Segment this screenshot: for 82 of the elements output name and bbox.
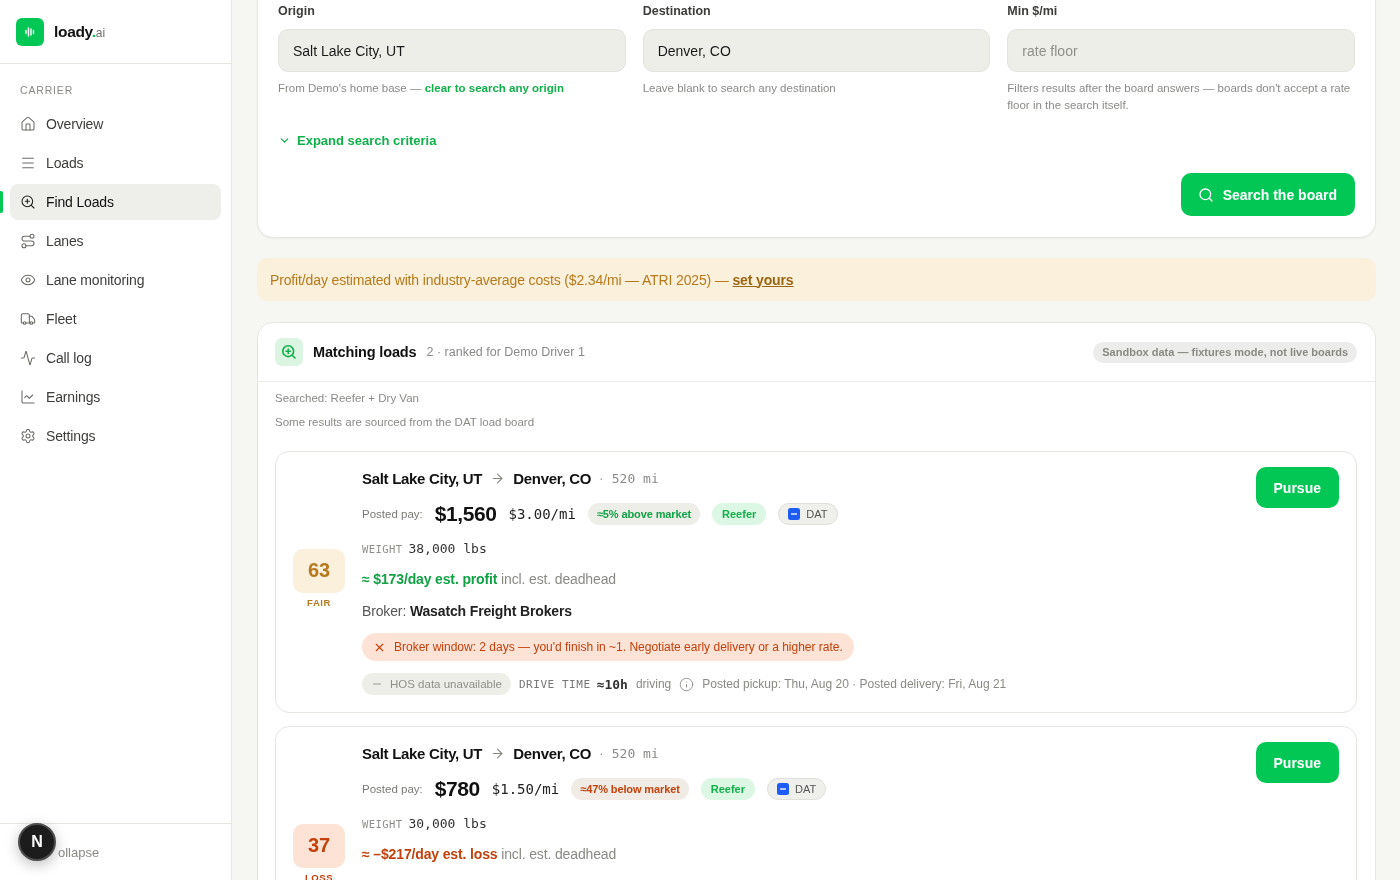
score-rating: LOSS — [304, 872, 334, 880]
logo-icon — [16, 17, 44, 46]
drive-time-unit: driving — [635, 677, 672, 691]
score-badge: 37 — [293, 823, 345, 868]
search-note: Some results are sourced from the DAT load board — [275, 415, 536, 430]
zoom-in-icon — [20, 194, 36, 210]
search-note: Searched: Reefer + Dry Van — [275, 391, 420, 406]
pulse-icon — [20, 350, 36, 366]
field-label: Destination — [642, 3, 712, 19]
results-subtitle: 2 · ranked for Demo Driver 1 — [426, 345, 585, 359]
home-icon — [20, 116, 36, 132]
hos-status-text: HOS data unavailable — [390, 678, 502, 690]
field-label: Origin — [278, 3, 316, 19]
input-field[interactable]: rate floor — [1007, 29, 1355, 72]
warning-text: Broker window: 2 days — you'd finish in ~1. Negotiate early delivery or a higher rate. — [394, 640, 843, 654]
score-rating: FAIR — [307, 597, 331, 608]
active-indicator — [0, 191, 3, 213]
destination-city: Denver, CO — [513, 469, 592, 487]
sidebar-item[interactable]: Loads — [10, 145, 221, 181]
sidebar-item[interactable]: Fleet — [10, 301, 221, 337]
info-icon[interactable] — [679, 676, 695, 692]
profit-estimate: ≈ –$217/day est. loss incl. est. deadhead — [362, 845, 618, 864]
menu-icon — [20, 155, 36, 171]
sidebar-item[interactable]: Lanes — [10, 223, 221, 259]
settings-icon — [20, 428, 36, 444]
field-help: Leave blank to search any destination — [642, 81, 837, 96]
route-icon — [20, 233, 36, 249]
sidebar-item[interactable]: Earnings — [10, 379, 221, 415]
equipment-tag: Reefer — [712, 503, 767, 525]
market-delta-badge: ≈47% below market — [571, 778, 689, 800]
rate-per-mile: $1.50/mi — [491, 781, 560, 797]
brand-name: loady.ai — [54, 22, 106, 41]
search-icon — [1197, 186, 1214, 203]
distance: 520 mi — [611, 470, 659, 486]
profit-estimate: ≈ $173/day est. profit incl. est. deadhead — [362, 570, 617, 589]
sidebar-item[interactable]: Lane monitoring — [10, 262, 221, 298]
zoom-in-icon — [275, 338, 303, 366]
truck-icon — [20, 311, 36, 327]
pay-label: Posted pay: — [362, 783, 423, 795]
results-title: Matching loads — [313, 344, 417, 360]
field-label: Min $/mi — [1007, 3, 1059, 19]
field-help: Filters results after the board answers — boards don't accept a rate floor in the search itself. — [1007, 81, 1352, 113]
market-delta-badge: ≈5% above market — [587, 503, 701, 525]
score-badge: 63 — [293, 548, 345, 593]
field-help: From Demo's home base — clear to search any origin — [278, 81, 565, 96]
distance: 520 mi — [611, 745, 659, 761]
pay-amount: $780 — [434, 777, 480, 801]
arrow-icon — [490, 745, 506, 761]
set-costs-link[interactable]: set yours — [732, 271, 794, 288]
sidebar-item[interactable]: Overview — [10, 106, 221, 142]
weight-value: 30,000 lbs — [408, 816, 487, 831]
drive-time-label: DRIVE TIME — [518, 677, 591, 691]
origin-city: Salt Lake City, UT — [362, 469, 483, 487]
equipment-tag: Reefer — [700, 778, 755, 800]
arrow-icon — [490, 470, 506, 486]
sidebar-item[interactable]: Call log — [10, 340, 221, 376]
broker-line: Broker: Wasatch Freight Brokers — [362, 602, 573, 621]
origin-city: Salt Lake City, UT — [362, 744, 483, 762]
separator: · — [599, 470, 604, 486]
weight-label: WEIGHT — [362, 818, 403, 830]
posted-dates: Posted pickup: Thu, Aug 20 · Posted delivery: Fri, Aug 21 — [702, 677, 1007, 691]
collapse-button[interactable]: ollapse — [58, 844, 100, 860]
input-field[interactable]: Denver, CO — [642, 29, 991, 72]
sidebar-item[interactable]: Settings — [10, 418, 221, 454]
source-logo-icon — [777, 783, 789, 795]
rate-per-mile: $3.00/mi — [508, 506, 576, 522]
input-field[interactable]: Salt Lake City, UT — [278, 29, 626, 72]
source-name: DAT — [795, 783, 817, 795]
sandbox-badge: Sandbox data — fixtures mode, not live boards — [1093, 341, 1357, 363]
weight-label: WEIGHT — [362, 543, 403, 555]
pay-label: Posted pay: — [362, 508, 423, 520]
pay-amount: $1,560 — [434, 502, 497, 526]
weight-value: 38,000 lbs — [408, 541, 487, 556]
cost-notice-text: Profit/day estimated with industry-average costs ($2.34/mi — ATRI 2025) — set yours — [270, 271, 794, 288]
destination-city: Denver, CO — [513, 744, 592, 762]
source-name: DAT — [806, 508, 828, 520]
line-chart-icon — [20, 389, 36, 405]
eye-icon — [20, 272, 36, 288]
section-label: CARRIER — [19, 84, 75, 97]
drive-time-value: ≈10h — [596, 676, 628, 692]
separator: · — [599, 745, 604, 761]
source-logo-icon — [788, 508, 801, 520]
